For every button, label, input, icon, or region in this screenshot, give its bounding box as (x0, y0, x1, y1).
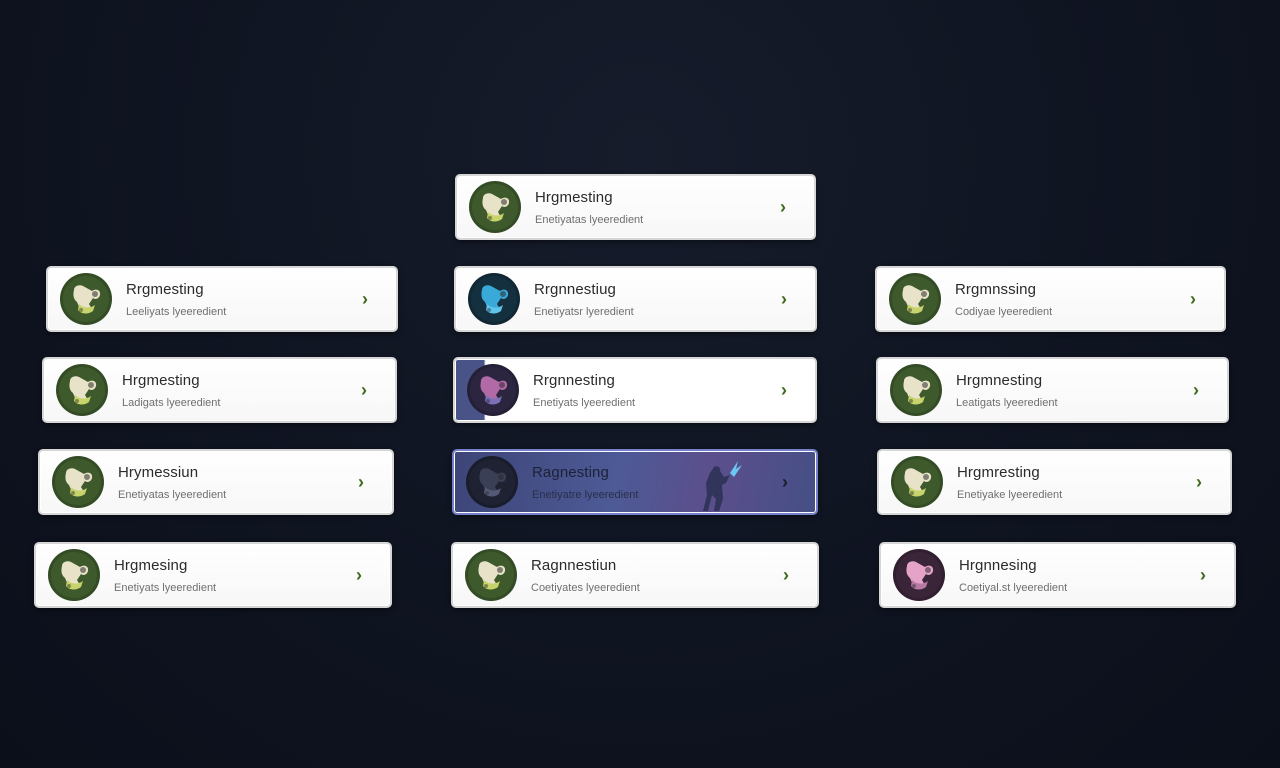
card-subtitle: Coetiyates lyeeredient (531, 581, 640, 594)
card-text-group: Rrgnnestiug Enetiyatsr lyeredient (534, 281, 769, 318)
card-subtitle: Enetiyake lyeeredient (957, 488, 1063, 501)
card-title: Ragnesting (532, 463, 609, 481)
card-text-group: Rrgmesting Leeliyats lyeeredient (126, 281, 350, 318)
card-text-group: Rrgnnesting Enetiyats lyeeredient (533, 372, 769, 409)
card-left-2[interactable]: Hrgmesting Ladigats lyeeredient › (42, 357, 397, 423)
card-subtitle: Enetiyatas lyeeredient (535, 213, 644, 226)
chevron-right-icon[interactable]: › (771, 565, 801, 586)
chevron-right-icon[interactable]: › (769, 380, 799, 401)
card-title: Hrgmesting (122, 371, 200, 389)
card-title: Rrgmesting (126, 280, 204, 298)
chevron-right-icon[interactable]: › (1188, 565, 1218, 586)
chevron-right-icon[interactable]: › (350, 289, 380, 310)
card-title: Rrgmnssing (955, 280, 1037, 298)
card-subtitle: Enetiyatas lyeeredient (118, 488, 227, 501)
wrench-icon (56, 364, 108, 416)
card-text-group: Hrgmnesting Leatigats lyeeredient (956, 372, 1181, 409)
card-left-4[interactable]: Hrgmesing Enetiyats lyeeredient › (34, 542, 392, 608)
card-title: Hrgmesting (535, 188, 613, 206)
card-title: Ragnnestiun (531, 556, 617, 574)
card-left-3[interactable]: Hrymessiun Enetiyatas lyeeredient › (38, 449, 394, 515)
card-title: Hrgmesing (114, 556, 188, 574)
card-top-center[interactable]: Hrgmesting Enetiyatas lyeeredient › (455, 174, 816, 240)
chevron-right-icon[interactable]: › (769, 289, 799, 310)
card-grid: Hrgmesting Enetiyatas lyeeredient › Rrgmes… (0, 0, 1280, 768)
card-title: Hrgnnesing (959, 556, 1037, 574)
chevron-right-icon[interactable]: › (1184, 472, 1214, 493)
wrench-icon (467, 364, 519, 416)
card-subtitle: Leatigats lyeeredient (956, 396, 1058, 409)
card-subtitle: Enetiyatsr lyeredient (534, 305, 634, 318)
card-title: Hrymessiun (118, 463, 199, 481)
wrench-icon (465, 549, 517, 601)
wrench-icon (889, 273, 941, 325)
card-text-group: Hrgmresting Enetiyake lyeeredient (957, 464, 1184, 501)
wrench-icon (60, 273, 112, 325)
wrench-icon (466, 456, 518, 508)
chevron-right-icon[interactable]: › (344, 565, 374, 586)
card-subtitle: Ladigats lyeeredient (122, 396, 221, 409)
card-center-2[interactable]: Rrgnnesting Enetiyats lyeeredient › (453, 357, 817, 423)
card-right-2[interactable]: Hrgmnesting Leatigats lyeeredient › (876, 357, 1229, 423)
wrench-icon (890, 364, 942, 416)
chevron-right-icon[interactable]: › (1178, 289, 1208, 310)
card-center-3-selected[interactable]: Ragnesting Enetiyatre lyeeredient › (452, 449, 818, 515)
chevron-right-icon[interactable]: › (768, 197, 798, 218)
chevron-right-icon[interactable]: › (1181, 380, 1211, 401)
card-text-group: Hrgmesing Enetiyats lyeeredient (114, 557, 344, 594)
card-subtitle: Leeliyats lyeeredient (126, 305, 227, 318)
wrench-icon (52, 456, 104, 508)
card-text-group: Ragnnestiun Coetiyates lyeeredient (531, 557, 771, 594)
wrench-icon (48, 549, 100, 601)
wrench-icon (469, 181, 521, 233)
card-title: Rrgnnestiug (534, 280, 616, 298)
card-center-1[interactable]: Rrgnnestiug Enetiyatsr lyeredient › (454, 266, 817, 332)
chevron-right-icon[interactable]: › (770, 472, 800, 493)
chevron-right-icon[interactable]: › (346, 472, 376, 493)
card-left-1[interactable]: Rrgmesting Leeliyats lyeeredient › (46, 266, 398, 332)
card-title: Hrgmnesting (956, 371, 1043, 389)
card-text-group: Ragnesting Enetiyatre lyeeredient (532, 464, 770, 501)
wrench-icon (891, 456, 943, 508)
card-text-group: Hrgmesting Enetiyatas lyeeredient (535, 189, 768, 226)
wrench-icon (893, 549, 945, 601)
card-subtitle: Enetiyatre lyeeredient (532, 488, 639, 501)
card-subtitle: Coetiyal.st lyeeredient (959, 581, 1068, 594)
card-subtitle: Enetiyats lyeeredient (114, 581, 217, 594)
wrench-icon (468, 273, 520, 325)
card-text-group: Hrgnnesing Coetiyal.st lyeeredient (959, 557, 1188, 594)
card-title: Rrgnnesting (533, 371, 615, 389)
card-right-4[interactable]: Hrgnnesing Coetiyal.st lyeeredient › (879, 542, 1236, 608)
card-center-4[interactable]: Ragnnestiun Coetiyates lyeeredient › (451, 542, 819, 608)
card-title: Hrgmresting (957, 463, 1040, 481)
card-text-group: Rrgmnssing Codiyae lyeeredient (955, 281, 1178, 318)
card-text-group: Hrgmesting Ladigats lyeeredient (122, 372, 349, 409)
card-text-group: Hrymessiun Enetiyatas lyeeredient (118, 464, 346, 501)
card-right-3[interactable]: Hrgmresting Enetiyake lyeeredient › (877, 449, 1232, 515)
chevron-right-icon[interactable]: › (349, 380, 379, 401)
card-right-1[interactable]: Rrgmnssing Codiyae lyeeredient › (875, 266, 1226, 332)
card-subtitle: Codiyae lyeeredient (955, 305, 1053, 318)
card-subtitle: Enetiyats lyeeredient (533, 396, 636, 409)
